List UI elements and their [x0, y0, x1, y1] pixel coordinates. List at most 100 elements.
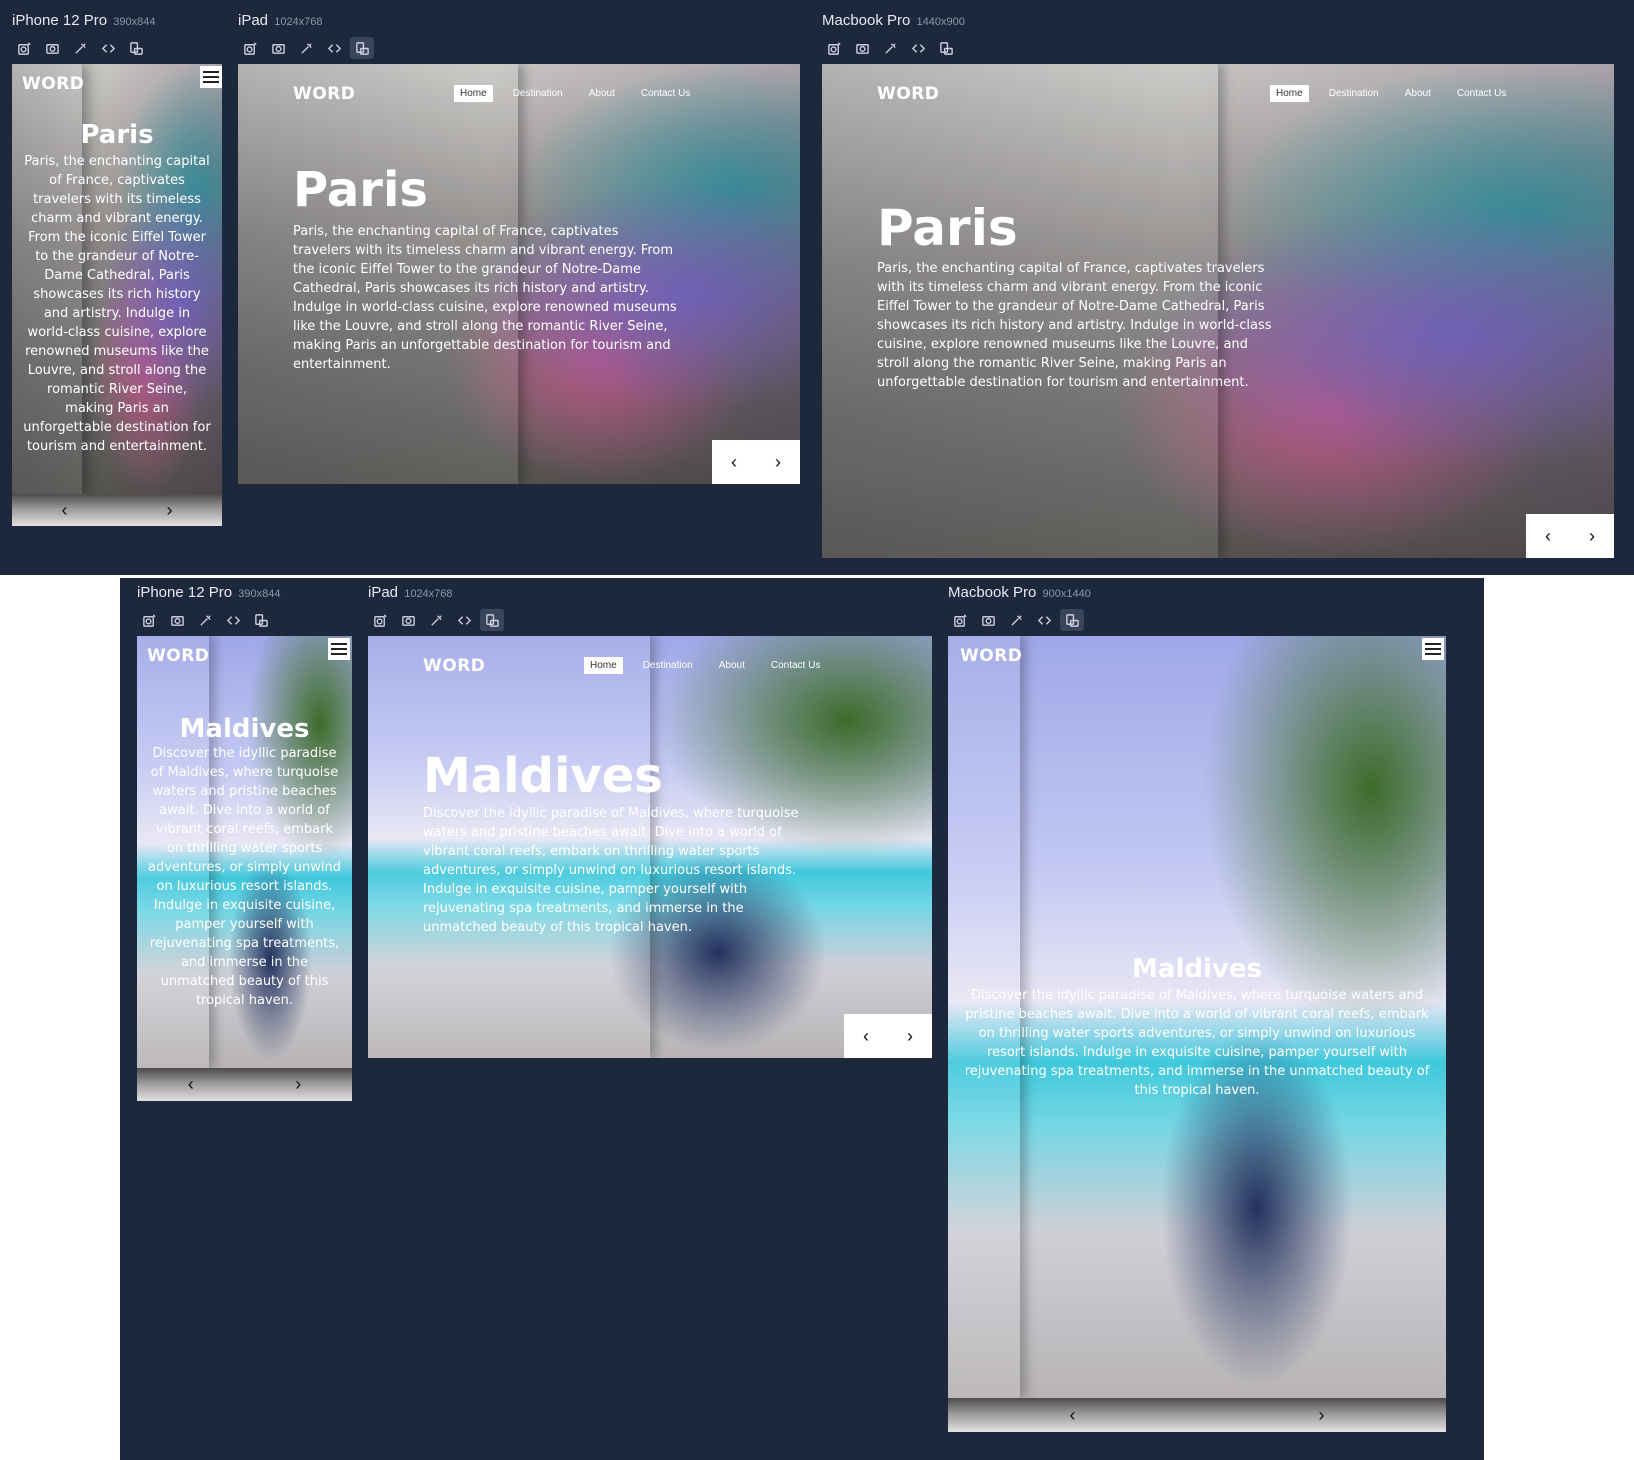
- hero-title: Paris: [293, 162, 428, 218]
- eyedropper-icon[interactable]: [193, 609, 217, 631]
- slider-controls: ‹ ›: [844, 1014, 932, 1058]
- screenshot-settings-icon[interactable]: [368, 609, 392, 631]
- brand-logo[interactable]: WORD: [877, 84, 939, 104]
- next-arrow-icon[interactable]: ›: [907, 1026, 913, 1047]
- device-viewport: WORD Maldives Discover the idyllic parad…: [948, 636, 1446, 1432]
- code-icon[interactable]: [322, 37, 346, 59]
- rotate-device-icon[interactable]: [350, 37, 374, 59]
- camera-icon[interactable]: [40, 37, 64, 59]
- main-nav: Home Destination About Contact Us: [584, 657, 840, 674]
- nav-home[interactable]: Home: [584, 657, 623, 674]
- rotate-device-icon[interactable]: [480, 609, 504, 631]
- hero-title: Paris: [877, 199, 1018, 257]
- device-name: Macbook Pro: [822, 12, 911, 29]
- hero-slide: WORD Home Destination About Contact Us P…: [238, 64, 800, 484]
- device-viewport: WORD Paris Paris, the enchanting capital…: [12, 64, 222, 526]
- hero-description: Paris, the enchanting capital of France,…: [293, 224, 677, 372]
- device-iphone-paris: iPhone 12 Pro 390x844 WORD Paris Paris, …: [12, 12, 222, 532]
- nav-about[interactable]: About: [1399, 85, 1437, 102]
- rotate-device-icon[interactable]: [249, 609, 273, 631]
- hero-description: Discover the idyllic paradise of Maldive…: [964, 988, 1430, 1098]
- hamburger-menu-icon[interactable]: [1422, 638, 1444, 660]
- next-arrow-icon[interactable]: ›: [1319, 1405, 1325, 1426]
- camera-icon[interactable]: [850, 37, 874, 59]
- next-arrow-icon[interactable]: ›: [167, 500, 173, 521]
- device-size: 390x844: [113, 16, 156, 28]
- main-nav: Home Destination About Contact Us: [454, 85, 710, 102]
- eyedropper-icon[interactable]: [68, 37, 92, 59]
- device-name: iPhone 12 Pro: [137, 584, 233, 601]
- device-ipad-paris: iPad 1024x768 WORD Home Destination Abou…: [238, 12, 800, 492]
- prev-arrow-icon[interactable]: ‹: [863, 1026, 869, 1047]
- rotate-device-icon[interactable]: [1060, 609, 1084, 631]
- nav-contact[interactable]: Contact Us: [765, 657, 826, 674]
- prev-arrow-icon[interactable]: ‹: [731, 452, 737, 473]
- camera-icon[interactable]: [165, 609, 189, 631]
- code-icon[interactable]: [906, 37, 930, 59]
- device-viewport: WORD Home Destination About Contact Us P…: [238, 64, 800, 484]
- device-size: 1024x768: [274, 16, 323, 28]
- prev-arrow-icon[interactable]: ‹: [188, 1074, 194, 1095]
- device-label: Macbook Pro 1440x900: [822, 12, 965, 29]
- camera-icon[interactable]: [976, 609, 1000, 631]
- hero-description: Paris, the enchanting capital of France,…: [23, 154, 211, 454]
- rotate-device-icon[interactable]: [934, 37, 958, 59]
- device-name: Macbook Pro: [948, 584, 1037, 601]
- eyedropper-icon[interactable]: [878, 37, 902, 59]
- device-label: iPhone 12 Pro 390x844: [12, 12, 155, 29]
- next-arrow-icon[interactable]: ›: [775, 452, 781, 473]
- hero-title: Maldives: [1132, 954, 1262, 984]
- code-icon[interactable]: [1032, 609, 1056, 631]
- prev-arrow-icon[interactable]: ‹: [1545, 526, 1551, 547]
- device-ipad-maldives: iPad 1024x768 WORD Home Destination Abou…: [368, 584, 932, 1064]
- prev-arrow-icon[interactable]: ‹: [1070, 1405, 1076, 1426]
- code-icon[interactable]: [221, 609, 245, 631]
- nav-home[interactable]: Home: [454, 85, 493, 102]
- prev-arrow-icon[interactable]: ‹: [62, 500, 68, 521]
- device-label: Macbook Pro 900x1440: [948, 584, 1091, 601]
- brand-logo[interactable]: WORD: [293, 84, 355, 104]
- brand-logo[interactable]: WORD: [423, 656, 485, 676]
- hero-slide: WORD Home Destination About Contact Us M…: [368, 636, 932, 1058]
- next-arrow-icon[interactable]: ›: [1589, 526, 1595, 547]
- device-toolbar: [822, 37, 958, 59]
- nav-contact[interactable]: Contact Us: [1451, 85, 1512, 102]
- next-arrow-icon[interactable]: ›: [295, 1074, 301, 1095]
- eyedropper-icon[interactable]: [294, 37, 318, 59]
- screenshot-settings-icon[interactable]: [137, 609, 161, 631]
- code-icon[interactable]: [96, 37, 120, 59]
- device-macbook-maldives: Macbook Pro 900x1440 WORD Maldives Disco…: [948, 584, 1446, 1444]
- brand-logo[interactable]: WORD: [22, 74, 84, 94]
- nav-about[interactable]: About: [713, 657, 751, 674]
- slider-controls: ‹ ›: [948, 1398, 1446, 1432]
- screenshot-settings-icon[interactable]: [12, 37, 36, 59]
- eyedropper-icon[interactable]: [424, 609, 448, 631]
- nav-destination[interactable]: Destination: [507, 85, 569, 102]
- brand-logo[interactable]: WORD: [147, 646, 209, 666]
- device-size: 390x844: [238, 588, 281, 600]
- hero-slide: WORD Maldives Discover the idyllic parad…: [948, 636, 1446, 1398]
- code-icon[interactable]: [452, 609, 476, 631]
- hero-slide: WORD Maldives Discover the idyllic parad…: [137, 636, 352, 1068]
- camera-icon[interactable]: [266, 37, 290, 59]
- hamburger-menu-icon[interactable]: [328, 638, 350, 660]
- brand-logo[interactable]: WORD: [960, 646, 1022, 666]
- screenshot-settings-icon[interactable]: [238, 37, 262, 59]
- device-name: iPad: [368, 584, 399, 601]
- screenshot-settings-icon[interactable]: [948, 609, 972, 631]
- eyedropper-icon[interactable]: [1004, 609, 1028, 631]
- nav-destination[interactable]: Destination: [1323, 85, 1385, 102]
- nav-destination[interactable]: Destination: [637, 657, 699, 674]
- device-viewport: WORD Home Destination About Contact Us P…: [822, 64, 1614, 558]
- nav-contact[interactable]: Contact Us: [635, 85, 696, 102]
- nav-home[interactable]: Home: [1270, 85, 1309, 102]
- screenshot-settings-icon[interactable]: [822, 37, 846, 59]
- device-size: 900x1440: [1042, 588, 1091, 600]
- camera-icon[interactable]: [396, 609, 420, 631]
- device-viewport: WORD Home Destination About Contact Us M…: [368, 636, 932, 1058]
- nav-about[interactable]: About: [583, 85, 621, 102]
- hamburger-menu-icon[interactable]: [200, 66, 222, 88]
- hero-title: Maldives: [423, 748, 663, 804]
- device-toolbar: [368, 609, 504, 631]
- rotate-device-icon[interactable]: [124, 37, 148, 59]
